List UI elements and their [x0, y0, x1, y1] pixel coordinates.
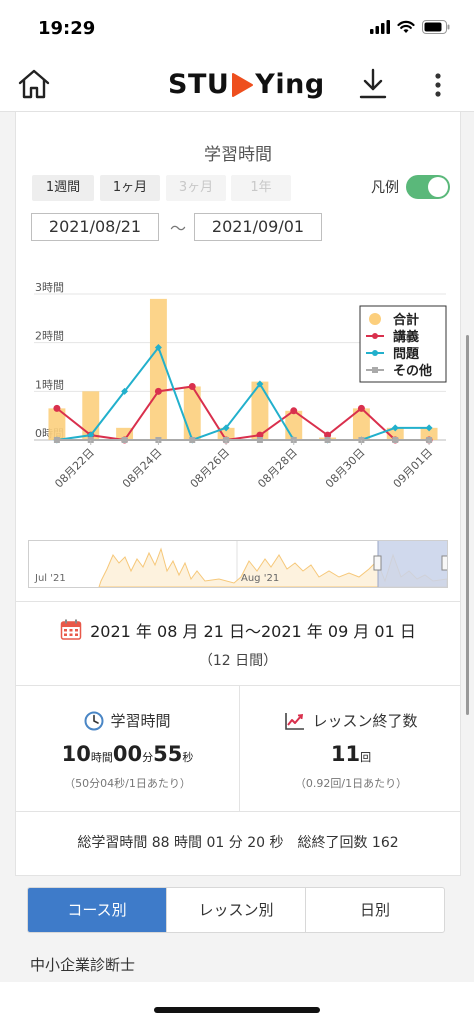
calendar-icon [60, 619, 82, 640]
scroll-indicator[interactable] [466, 335, 469, 715]
date-range-tilde: 〜 [170, 219, 187, 238]
x-tick-label: 08月22日 [52, 446, 97, 491]
legend-label: 講義 [393, 329, 419, 345]
point-other [392, 437, 399, 443]
legend-toggle-label: 凡例 [371, 180, 399, 196]
period-3months-button: 3ヶ月 [166, 175, 226, 201]
x-tick-label: 08月24日 [120, 446, 165, 491]
navigator-label-jul: Jul '21 [34, 573, 66, 584]
cellular-signal-icon [370, 20, 390, 34]
totals-summary: 総学習時間 88 時間 01 分 20 秒 総終了回数 162 [15, 812, 461, 876]
course-name: 中小企業診断士 [30, 956, 136, 974]
study-time-stat-head: 学習時間 [16, 710, 239, 731]
lessons-stat-head: レッスン終了数 [240, 710, 462, 731]
study-time-label: 学習時間 [110, 712, 171, 730]
trend-chart-icon [285, 712, 305, 730]
lessons-value: 11回 [240, 742, 462, 766]
legend-label: 合計 [393, 312, 419, 328]
clock-icon [84, 711, 104, 730]
date-range-line: 2021 年 08 月 21 日〜2021 年 09 月 01 日 [16, 618, 460, 642]
study-chart-card: 学習時間 1週間 1ヶ月 3ヶ月 1年 凡例 2021/08/21 〜 2021… [15, 122, 461, 602]
period-1week-button[interactable]: 1週間 [32, 175, 94, 201]
logo-text-right: Ying [255, 69, 325, 100]
legend-marker [372, 333, 378, 339]
card-edge [15, 112, 461, 122]
point-lecture [53, 404, 61, 412]
period-1year-button: 1年 [231, 175, 291, 201]
minutes-unit: 分 [142, 751, 154, 764]
point-lecture [357, 404, 365, 412]
study-minutes: 00 [112, 742, 143, 766]
legend-toggle[interactable] [406, 175, 450, 199]
y-tick-label: 3時間 [35, 281, 64, 294]
y-tick-label: 1時間 [35, 378, 64, 391]
seconds-unit: 秒 [182, 751, 194, 764]
x-tick-label: 08月30日 [323, 446, 368, 491]
page-content: 学習時間 1週間 1ヶ月 3ヶ月 1年 凡例 2021/08/21 〜 2021… [0, 112, 474, 982]
study-time-chart[interactable]: 0時間1時間2時間3時間08月22日08月24日08月26日08月28日08月3… [16, 272, 462, 534]
chart-title: 学習時間 [204, 145, 272, 165]
legend-label: その他 [393, 363, 432, 379]
lessons-label: レッスン終了数 [312, 712, 418, 730]
x-tick-label: 09月01日 [391, 446, 436, 491]
home-indicator-bar [154, 1007, 320, 1013]
tab-by-course[interactable]: コース別 [28, 888, 166, 932]
logo-text-left: STU [168, 69, 230, 100]
wifi-icon [397, 20, 415, 33]
bar-total [149, 298, 167, 440]
lessons-stat: レッスン終了数 11回 （0.92回/1日あたり） [239, 686, 462, 812]
legend-swatch [369, 313, 381, 325]
point-other [189, 437, 196, 443]
play-logo-icon [232, 72, 254, 97]
app-header: STU Ying [0, 56, 474, 112]
series-line-0 [56, 385, 430, 442]
x-tick-label: 08月26日 [188, 446, 233, 491]
more-menu-icon[interactable] [430, 70, 446, 100]
legend-marker [372, 367, 378, 373]
status-bar: 19:29 [0, 0, 474, 56]
status-icons [370, 20, 450, 34]
date-range-summary: 2021 年 08 月 21 日〜2021 年 09 月 01 日 （12 日間… [15, 602, 461, 686]
status-time: 19:29 [38, 18, 96, 39]
study-time-per-day: （50分04秒/1日あたり） [64, 777, 191, 790]
lessons-unit: 回 [360, 751, 372, 764]
point-lecture [188, 382, 196, 390]
period-1month-button[interactable]: 1ヶ月 [100, 175, 160, 201]
date-range-days: （12 日間） [198, 653, 278, 669]
date-from-input[interactable]: 2021/08/21 [31, 213, 159, 241]
study-hours: 10 [61, 742, 91, 766]
study-seconds: 55 [153, 742, 183, 766]
point-lecture [154, 387, 162, 395]
chart-navigator[interactable]: Jul '21 Aug '21 [28, 540, 450, 588]
studying-logo: STU Ying [168, 69, 325, 100]
study-time-value: 10時間00分55秒 [16, 742, 239, 766]
hours-unit: 時間 [90, 751, 113, 764]
lessons-count: 11 [330, 742, 361, 766]
toggle-knob [428, 177, 448, 197]
y-tick-label: 2時間 [35, 330, 64, 343]
point-other [53, 437, 60, 443]
download-icon[interactable] [358, 67, 388, 101]
battery-icon [422, 20, 450, 34]
legend-label: 問題 [393, 347, 420, 362]
breakdown-tabs: コース別 レッスン別 日別 [27, 887, 445, 933]
navigator-label-aug: Aug '21 [241, 573, 279, 584]
navigator-preview: Jul '21 Aug '21 [34, 541, 450, 588]
point-other [256, 437, 263, 443]
date-to-input[interactable]: 2021/09/01 [194, 213, 322, 241]
lessons-per-day: （0.92回/1日あたり） [294, 777, 408, 790]
legend-marker [372, 350, 378, 356]
point-lecture [290, 407, 298, 415]
home-indicator [0, 982, 474, 1024]
tab-by-lesson[interactable]: レッスン別 [166, 888, 305, 932]
point-other [121, 437, 128, 443]
tab-by-day[interactable]: 日別 [305, 888, 444, 932]
home-icon[interactable] [17, 68, 51, 100]
date-range-text: 2021 年 08 月 21 日〜2021 年 09 月 01 日 [90, 622, 416, 641]
point-other [324, 437, 331, 443]
stats-panel: 学習時間 10時間00分55秒 （50分04秒/1日あたり） レッスン終了数 1… [15, 686, 461, 812]
study-time-stat: 学習時間 10時間00分55秒 （50分04秒/1日あたり） [16, 686, 239, 812]
x-tick-label: 08月28日 [255, 446, 300, 491]
